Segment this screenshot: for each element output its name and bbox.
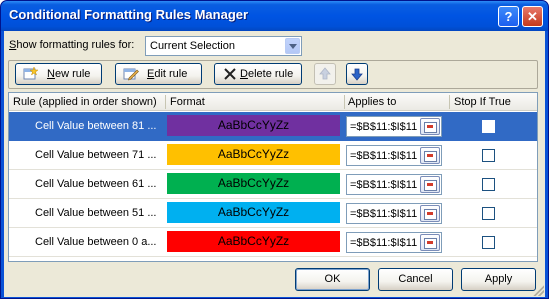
resize-grip[interactable] xyxy=(532,284,544,296)
apply-button[interactable]: Apply xyxy=(461,268,536,291)
range-picker-icon[interactable] xyxy=(420,205,440,222)
dialog-title: Conditional Formatting Rules Manager xyxy=(9,7,249,22)
move-down-button[interactable] xyxy=(346,63,368,85)
rule-description: Cell Value between 0 a... xyxy=(35,236,157,248)
title-bar[interactable]: Conditional Formatting Rules Manager ? ✕ xyxy=(1,1,548,31)
rule-row[interactable]: Cell Value between 61 ... AaBbCcYyZz =$B… xyxy=(9,170,537,199)
column-header-rule[interactable]: Rule (applied in order shown) xyxy=(13,96,157,108)
applies-to-field[interactable]: =$B$11:$I$11 xyxy=(346,145,442,166)
rule-description: Cell Value between 51 ... xyxy=(35,207,157,219)
applies-to-value: =$B$11:$I$11 xyxy=(350,237,418,249)
close-icon: ✕ xyxy=(527,9,538,24)
range-picker-icon[interactable] xyxy=(420,176,440,193)
column-header-applies-to[interactable]: Applies to xyxy=(348,96,396,108)
rule-row[interactable]: Cell Value between 51 ... AaBbCcYyZz =$B… xyxy=(9,199,537,228)
edit-rule-icon xyxy=(123,68,139,81)
delete-rule-label: Delete rule xyxy=(240,68,294,80)
help-button[interactable]: ? xyxy=(498,6,519,27)
format-preview: AaBbCcYyZz xyxy=(167,202,340,223)
new-rule-button[interactable]: New rule xyxy=(15,63,102,85)
applies-to-value: =$B$11:$I$11 xyxy=(350,121,418,133)
arrow-down-icon xyxy=(351,68,363,81)
close-button[interactable]: ✕ xyxy=(522,6,543,27)
rules-grid: Rule (applied in order shown) Format App… xyxy=(8,92,538,262)
format-preview: AaBbCcYyZz xyxy=(167,144,340,165)
applies-to-value: =$B$11:$I$11 xyxy=(350,208,418,220)
range-picker-icon[interactable] xyxy=(420,147,440,164)
range-picker-icon[interactable] xyxy=(420,118,440,135)
rules-toolbar: New rule Edit rule Delete rule xyxy=(8,60,538,89)
stop-if-true-checkbox[interactable] xyxy=(482,236,495,249)
scope-label: Show formatting rules for: xyxy=(9,39,135,51)
move-up-button[interactable] xyxy=(314,63,336,85)
edit-rule-button[interactable]: Edit rule xyxy=(115,63,202,85)
format-preview: AaBbCcYyZz xyxy=(167,115,340,136)
rule-row[interactable]: Cell Value between 71 ... AaBbCcYyZz =$B… xyxy=(9,141,537,170)
arrow-up-icon xyxy=(319,67,331,80)
applies-to-field[interactable]: =$B$11:$I$11 xyxy=(346,232,442,253)
delete-rule-button[interactable]: Delete rule xyxy=(214,63,302,85)
stop-if-true-checkbox[interactable] xyxy=(482,120,495,133)
dialog-body: Show formatting rules for: Current Selec… xyxy=(4,31,545,297)
applies-to-value: =$B$11:$I$11 xyxy=(350,150,418,162)
stop-if-true-checkbox[interactable] xyxy=(482,207,495,220)
stop-if-true-checkbox[interactable] xyxy=(482,149,495,162)
column-divider[interactable] xyxy=(449,95,450,109)
rule-row[interactable]: Cell Value between 81 ... AaBbCcYyZz =$B… xyxy=(9,112,537,141)
column-divider[interactable] xyxy=(344,95,345,109)
applies-to-field[interactable]: =$B$11:$I$11 xyxy=(346,203,442,224)
rule-description: Cell Value between 81 ... xyxy=(35,120,157,132)
new-rule-label: New rule xyxy=(47,68,91,80)
ok-button[interactable]: OK xyxy=(295,268,370,291)
cancel-button[interactable]: Cancel xyxy=(378,268,453,291)
grid-header: Rule (applied in order shown) Format App… xyxy=(9,93,537,111)
rule-row[interactable]: Cell Value between 0 a... AaBbCcYyZz =$B… xyxy=(9,228,537,257)
delete-x-icon xyxy=(224,68,236,80)
stop-if-true-checkbox[interactable] xyxy=(482,178,495,191)
applies-to-field[interactable]: =$B$11:$I$11 xyxy=(346,116,442,137)
format-preview: AaBbCcYyZz xyxy=(167,231,340,252)
applies-to-field[interactable]: =$B$11:$I$11 xyxy=(346,174,442,195)
new-rule-icon xyxy=(23,67,39,80)
scope-value: Current Selection xyxy=(150,40,235,52)
column-divider[interactable] xyxy=(165,95,166,109)
format-preview: AaBbCcYyZz xyxy=(167,173,340,194)
help-icon: ? xyxy=(504,9,513,24)
edit-rule-label: Edit rule xyxy=(147,68,188,80)
chevron-down-icon[interactable] xyxy=(285,38,300,54)
column-header-format[interactable]: Format xyxy=(170,96,205,108)
scope-dropdown[interactable]: Current Selection xyxy=(145,36,302,56)
rule-description: Cell Value between 71 ... xyxy=(35,149,157,161)
column-header-stop-if-true[interactable]: Stop If True xyxy=(454,96,511,108)
applies-to-value: =$B$11:$I$11 xyxy=(350,179,418,191)
range-picker-icon[interactable] xyxy=(420,234,440,251)
dialog-window: Conditional Formatting Rules Manager ? ✕… xyxy=(0,0,549,299)
rule-description: Cell Value between 61 ... xyxy=(35,178,157,190)
